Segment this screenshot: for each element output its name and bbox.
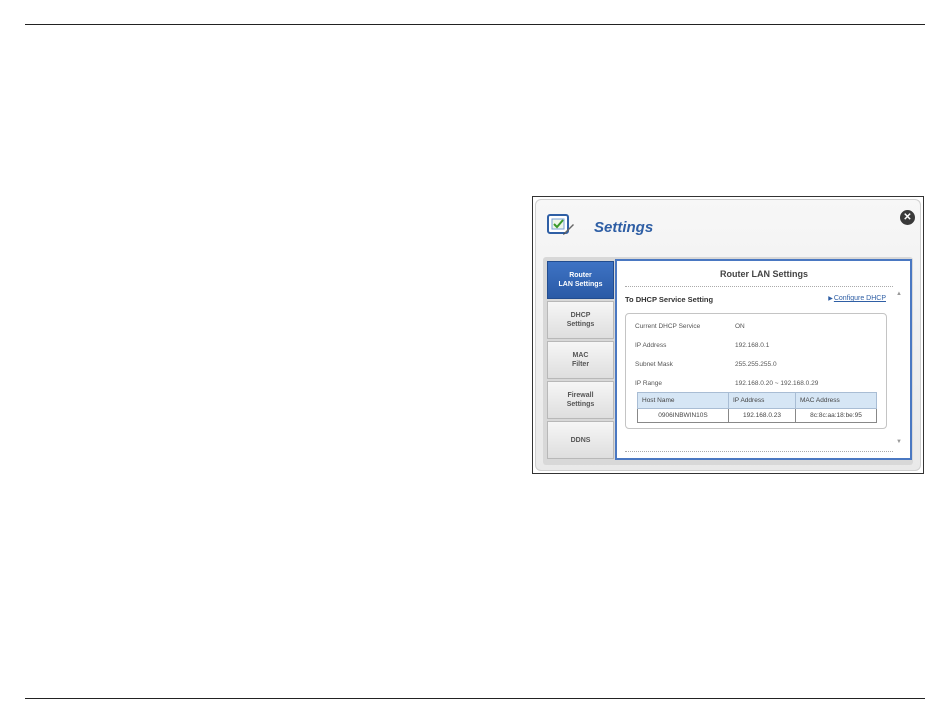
tab-mac-filter[interactable]: MAC Filter xyxy=(547,341,614,379)
cell-ip-address: 192.168.0.23 xyxy=(728,408,796,423)
window-title: Settings xyxy=(594,219,654,236)
scroll-up-icon[interactable]: ▲ xyxy=(896,291,902,297)
configure-dhcp-link[interactable]: ▶Configure DHCP xyxy=(828,295,886,302)
tab-label: DHCP Settings xyxy=(566,312,595,328)
dhcp-info-box: Current DHCP Service ON IP Address 192.1… xyxy=(625,313,887,429)
tab-firewall-settings[interactable]: Firewall Settings xyxy=(547,381,614,419)
table-row: 0906INBWIN10S 192.168.0.23 8c:8c:aa:18:b… xyxy=(637,408,877,423)
field-row: IP Range 192.168.0.20 ~ 192.168.0.29 xyxy=(635,380,818,387)
tab-ddns[interactable]: DDNS xyxy=(547,421,614,459)
top-rule xyxy=(25,24,925,25)
arrow-right-icon: ▶ xyxy=(828,296,833,302)
divider xyxy=(625,286,893,287)
bottom-rule xyxy=(25,698,925,699)
content-title: Router LAN Settings xyxy=(719,269,808,279)
content-pane: Router LAN Settings ▲ To DHCP Service Se… xyxy=(615,259,912,460)
cell-host-name: 0906INBWIN10S xyxy=(637,408,729,423)
tab-dhcp-settings[interactable]: DHCP Settings xyxy=(547,301,614,339)
field-row: Subnet Mask 255.255.255.0 xyxy=(635,361,777,368)
tab-router-lan-settings[interactable]: Router LAN Settings xyxy=(547,261,614,299)
column-header-mac-address: MAC Address xyxy=(795,392,877,409)
field-label: IP Address xyxy=(635,342,667,349)
field-value: 192.168.0.1 xyxy=(735,342,770,349)
settings-checkbox-icon xyxy=(547,214,574,235)
field-row: IP Address 192.168.0.1 xyxy=(635,342,769,349)
settings-window: Settings ✕ Router LAN Settings DHCP Sett… xyxy=(535,199,921,471)
scroll-down-icon[interactable]: ▼ xyxy=(896,439,902,445)
cell-mac-address: 8c:8c:aa:18:be:95 xyxy=(795,408,877,423)
settings-panel: Router LAN Settings DHCP Settings MAC Fi… xyxy=(543,257,913,465)
divider xyxy=(625,451,893,452)
field-value: 192.168.0.20 ~ 192.168.0.29 xyxy=(735,380,819,387)
tab-label: DDNS xyxy=(570,436,591,444)
hosts-table: Host Name IP Address MAC Address 0906INB… xyxy=(637,392,877,423)
field-label: Subnet Mask xyxy=(635,361,673,368)
field-row: Current DHCP Service ON xyxy=(635,323,745,330)
configure-dhcp-label: Configure DHCP xyxy=(833,295,886,302)
field-value: 255.255.255.0 xyxy=(735,361,777,368)
column-header-host-name: Host Name xyxy=(637,392,729,409)
column-header-ip-address: IP Address xyxy=(728,392,796,409)
close-icon[interactable]: ✕ xyxy=(900,210,915,225)
field-label: Current DHCP Service xyxy=(635,323,701,330)
settings-tabs: Router LAN Settings DHCP Settings MAC Fi… xyxy=(547,261,614,461)
tab-label: Firewall Settings xyxy=(566,392,595,408)
field-value: ON xyxy=(735,323,745,330)
section-title: To DHCP Service Setting xyxy=(625,295,714,304)
tab-label: MAC Filter xyxy=(571,352,590,368)
settings-screenshot: Settings ✕ Router LAN Settings DHCP Sett… xyxy=(532,196,924,474)
field-label: IP Range xyxy=(635,380,662,387)
table-header-row: Host Name IP Address MAC Address xyxy=(637,392,877,409)
tab-label: Router LAN Settings xyxy=(558,272,603,288)
